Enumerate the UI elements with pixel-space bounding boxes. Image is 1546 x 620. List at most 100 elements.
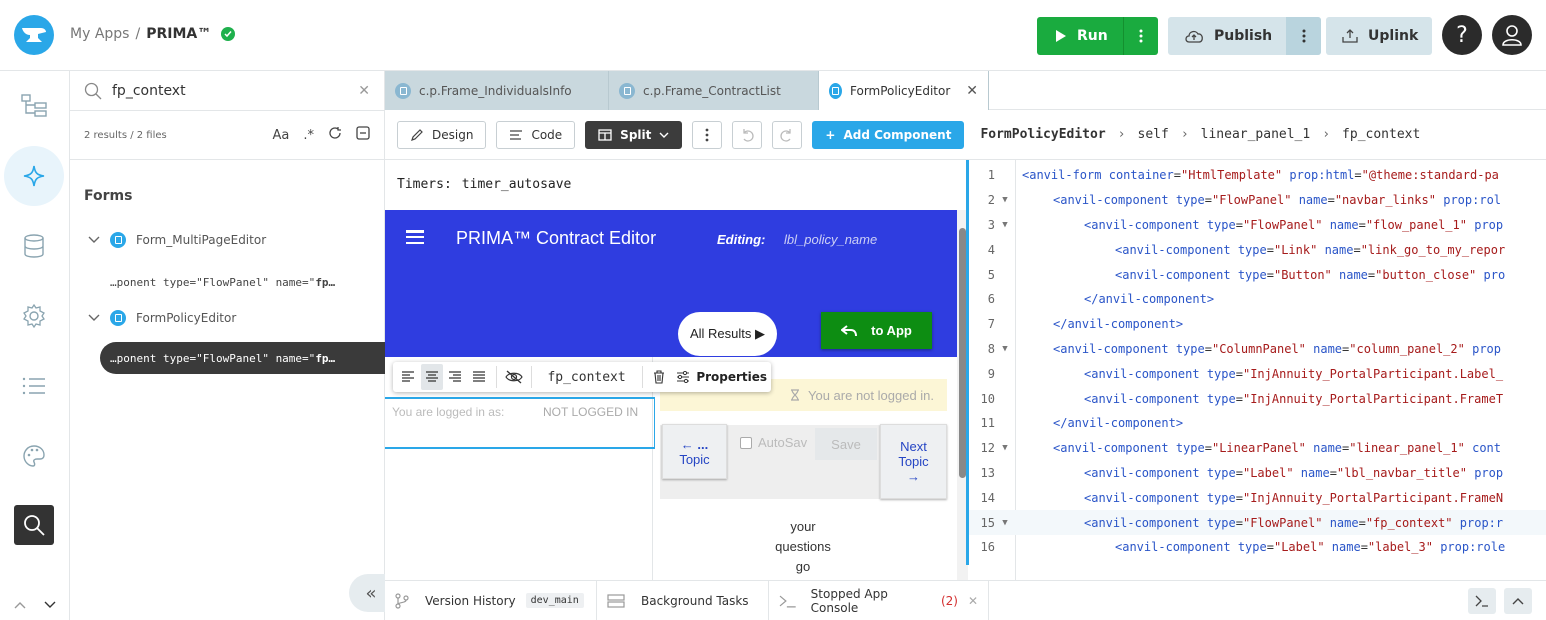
align-left-icon[interactable] <box>397 364 419 390</box>
code-line[interactable]: 10 <anvil-component type="InjAnnuity_Port… <box>969 386 1546 411</box>
match-case-icon[interactable]: Aa <box>273 128 290 143</box>
code-text[interactable]: <anvil-component type="FlowPanel" name="… <box>1084 218 1503 232</box>
search-input[interactable] <box>112 82 342 99</box>
app-browser-icon[interactable] <box>14 85 54 125</box>
trash-icon[interactable] <box>649 364 671 390</box>
code-text[interactable]: </anvil-component> <box>1084 292 1214 306</box>
regex-icon[interactable]: .* <box>303 128 314 143</box>
user-avatar-icon[interactable] <box>1492 15 1532 55</box>
code-editor[interactable]: 1 <anvil-form container="HtmlTemplate" pr… <box>969 160 1546 580</box>
navbar-editing-label[interactable]: Editing: <box>717 232 765 247</box>
collapse-all-icon[interactable] <box>356 126 370 144</box>
tab-frame-individualsinfo[interactable]: c.p.Frame_IndividualsInfo <box>385 71 609 110</box>
assistant-sparkle-icon[interactable] <box>4 146 64 206</box>
terminal-toggle-icon[interactable] <box>1468 588 1496 614</box>
code-text[interactable]: </anvil-component> <box>1053 317 1183 331</box>
fold-toggle-icon[interactable]: ▼ <box>995 344 1015 354</box>
code-line[interactable]: 4 <anvil-component type="Link" name="link… <box>969 237 1546 262</box>
path-self[interactable]: self <box>1138 127 1169 142</box>
next-topic-button[interactable]: Next Topic → <box>880 424 947 499</box>
tab-formpolicyeditor[interactable]: FormPolicyEditor ✕ <box>819 71 989 110</box>
properties-button[interactable]: Properties <box>672 370 767 384</box>
code-text[interactable]: <anvil-component type="Label" name="lbl_… <box>1084 466 1503 480</box>
split-view-button[interactable]: Split <box>585 120 683 149</box>
code-text[interactable]: <anvil-component type="InjAnnuity_Portal… <box>1084 392 1503 406</box>
code-text[interactable]: <anvil-component type="InjAnnuity_Portal… <box>1084 367 1503 381</box>
code-view-button[interactable]: Code <box>496 120 576 149</box>
publish-main[interactable]: Publish <box>1168 17 1286 55</box>
code-line[interactable]: 11 </anvil-component> <box>969 411 1546 436</box>
palette-icon[interactable] <box>14 436 54 476</box>
timer-autosave[interactable]: timer_autosave <box>462 177 572 192</box>
code-line[interactable]: 12 ▼ <anvil-component type="LinearPanel" n… <box>969 436 1546 461</box>
code-line[interactable]: 7 </anvil-component> <box>969 312 1546 337</box>
fold-toggle-icon[interactable]: ▼ <box>995 220 1015 230</box>
chevron-up-icon[interactable] <box>14 598 26 612</box>
align-right-icon[interactable] <box>445 364 467 390</box>
all-results-button[interactable]: All Results ▶ <box>678 312 777 356</box>
chevron-up-icon[interactable] <box>1504 588 1532 614</box>
code-line[interactable]: 6 </anvil-component> <box>969 287 1546 312</box>
code-line[interactable]: 1 <anvil-form container="HtmlTemplate" pr… <box>969 163 1546 188</box>
tab-frame-contractlist[interactable]: c.p.Frame_ContractList <box>609 71 819 110</box>
align-justify-icon[interactable] <box>468 364 490 390</box>
eye-off-icon[interactable] <box>503 364 525 390</box>
code-line[interactable]: 8 ▼ <anvil-component type="ColumnPanel" na… <box>969 337 1546 362</box>
chevron-down-icon[interactable] <box>44 598 56 612</box>
database-icon[interactable] <box>14 226 54 266</box>
run-main[interactable]: Run <box>1037 17 1123 55</box>
path-linear-panel[interactable]: linear_panel_1 <box>1201 127 1311 142</box>
navbar-policy-name[interactable]: lbl_policy_name <box>784 232 877 247</box>
redo-icon[interactable] <box>772 120 803 149</box>
tree-file-formpolicyeditor[interactable]: FormPolicyEditor <box>88 310 236 326</box>
save-button[interactable]: Save <box>815 428 877 460</box>
more-options-icon[interactable] <box>692 120 723 149</box>
code-text[interactable]: <anvil-component type="LinearPanel" name… <box>1053 441 1501 455</box>
code-text[interactable]: </anvil-component> <box>1053 416 1183 430</box>
help-button[interactable]: ? <box>1442 15 1482 55</box>
code-text[interactable]: <anvil-component type="ColumnPanel" name… <box>1053 342 1501 356</box>
scrollbar-thumb[interactable] <box>959 228 966 478</box>
fold-toggle-icon[interactable]: ▼ <box>995 443 1015 453</box>
settings-gear-icon[interactable] <box>14 296 54 336</box>
questions-text[interactable]: your questions go <box>773 517 833 577</box>
fold-toggle-icon[interactable]: ▼ <box>995 518 1015 528</box>
path-fp-context[interactable]: fp_context <box>1342 127 1420 142</box>
hamburger-menu-icon[interactable] <box>406 230 424 244</box>
code-line[interactable]: 14 <anvil-component type="InjAnnuity_Port… <box>969 485 1546 510</box>
run-button[interactable]: Run <box>1037 17 1158 55</box>
autosave-checkbox[interactable]: AutoSav <box>740 435 807 450</box>
code-text[interactable]: <anvil-component type="Link" name="link_… <box>1115 243 1505 257</box>
code-line[interactable]: 13 <anvil-component type="Label" name="lb… <box>969 461 1546 486</box>
align-center-icon[interactable] <box>420 364 443 390</box>
search-icon[interactable] <box>14 505 54 545</box>
code-line[interactable]: 9 <anvil-component type="InjAnnuity_Porta… <box>969 361 1546 386</box>
tree-file-form-multipageeditor[interactable]: Form_MultiPageEditor <box>88 232 266 248</box>
close-console-icon[interactable]: ✕ <box>968 594 978 608</box>
selected-component-name[interactable]: fp_context <box>537 370 635 385</box>
publish-button[interactable]: Publish <box>1168 17 1321 55</box>
code-line[interactable]: 2 ▼ <anvil-component type="FlowPanel" name… <box>969 188 1546 213</box>
logged-in-as-label[interactable]: You are logged in as: <box>392 405 504 419</box>
clear-search-icon[interactable]: ✕ <box>358 83 370 99</box>
code-text[interactable]: <anvil-form container="HtmlTemplate" pro… <box>1022 168 1499 182</box>
chevron-down-icon[interactable] <box>88 236 100 244</box>
design-view-button[interactable]: Design <box>397 120 487 149</box>
list-icon[interactable] <box>14 366 54 406</box>
code-text[interactable]: <anvil-component type="Button" name="but… <box>1115 268 1505 282</box>
chevron-down-icon[interactable] <box>88 314 100 322</box>
previous-topic-button[interactable]: ← ... Topic <box>662 424 727 479</box>
app-console-button[interactable]: Stopped App Console (2) ✕ <box>769 580 989 620</box>
undo-icon[interactable] <box>732 120 763 149</box>
version-history-button[interactable]: Version History dev_main <box>385 580 597 620</box>
add-component-button[interactable]: + Add Component <box>812 120 965 149</box>
run-more-icon[interactable] <box>1123 17 1158 55</box>
checkbox-box[interactable] <box>740 436 752 449</box>
path-form[interactable]: FormPolicyEditor <box>980 127 1105 142</box>
refresh-icon[interactable] <box>328 126 342 144</box>
code-text[interactable]: <anvil-component type="FlowPanel" name="… <box>1084 516 1503 530</box>
app-navbar[interactable]: PRIMA™ Contract Editor Editing: lbl_poli… <box>385 210 957 357</box>
code-line[interactable]: 5 <anvil-component type="Button" name="bu… <box>969 262 1546 287</box>
background-tasks-button[interactable]: Background Tasks <box>597 580 769 620</box>
to-app-button[interactable]: to App <box>821 312 932 349</box>
